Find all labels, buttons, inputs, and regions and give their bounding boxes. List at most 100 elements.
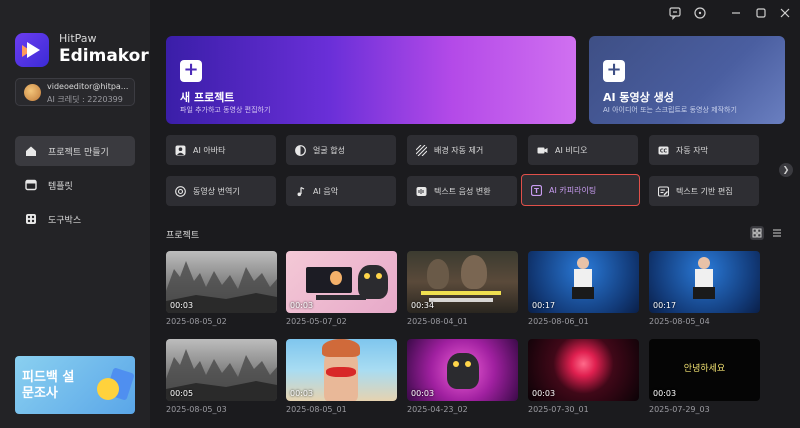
tool-label: AI 아바타 (193, 145, 226, 155)
account-card[interactable]: videoeditor@hitpa... AI 크레딧 : 2220399 (15, 78, 135, 106)
duration-label: 00:34 (411, 301, 435, 310)
project-thumbnail[interactable]: 00:17 (528, 251, 639, 313)
edimakor-logo-icon (15, 33, 49, 67)
sidebar: HitPaw Edimakor videoeditor@hitpa... AI … (0, 0, 150, 428)
tool-background-remove[interactable]: 배경 자동 제거 (407, 135, 517, 165)
projects-section-title: 프로젝트 (166, 231, 200, 241)
new-project-card[interactable]: + 새 프로젝트 파일 추가하고 동영상 편집하기 (166, 36, 576, 124)
ai-video-subtitle: AI 아이디어 또는 스크립트로 동영상 제작하기 (603, 106, 737, 114)
tool-label: AI 음악 (313, 186, 339, 196)
project-name: 2025-08-05_01 (286, 405, 347, 414)
project-name: 2025-08-05_03 (166, 405, 227, 414)
duration-label: 00:03 (411, 389, 435, 398)
project-thumbnail[interactable]: 00:05 (166, 339, 277, 401)
project-name: 2025-04-23_02 (407, 405, 468, 414)
help-icon[interactable] (693, 6, 707, 20)
project-name: 2025-08-05_04 (649, 317, 710, 326)
chevron-right-icon[interactable]: ❯ (779, 163, 793, 177)
tool-label: 얼굴 합성 (313, 145, 345, 155)
duration-label: 00:03 (290, 389, 314, 398)
ai-credits: AI 크레딧 : 2220399 (47, 95, 123, 104)
tool-label: 동영상 번역기 (193, 186, 240, 196)
brand-name: Edimakor (59, 46, 149, 66)
sidebar-item-create-project[interactable]: 프로젝트 만들기 (15, 136, 135, 166)
ai-video-generate-card[interactable]: + AI 동영상 생성 AI 아이디어 또는 스크립트로 동영상 제작하기 (589, 36, 785, 124)
plus-icon: + (603, 60, 625, 82)
duration-label: 00:03 (170, 301, 194, 310)
avatar-icon (175, 145, 186, 156)
ai-video-icon (537, 145, 548, 156)
copywriting-icon: T (530, 184, 543, 196)
sidebar-item-label: 도구박스 (48, 215, 82, 226)
tool-text-based-edit[interactable]: 텍스트 기반 편집 (649, 176, 759, 206)
sidebar-item-label: 프로젝트 만들기 (48, 147, 109, 158)
new-project-subtitle: 파일 추가하고 동영상 편집하기 (180, 106, 271, 114)
list-view-icon[interactable] (770, 226, 784, 240)
feedback-banner-text: 피드백 설문조사 (22, 370, 75, 401)
project-thumbnail[interactable]: 00:03 (407, 339, 518, 401)
svg-text:T: T (534, 187, 539, 195)
face-swap-icon (295, 144, 306, 156)
minimize-icon[interactable] (729, 6, 743, 20)
tool-ai-music[interactable]: AI 음악 (286, 176, 396, 206)
caption-icon: CC (658, 145, 669, 156)
feedback-icon[interactable] (668, 6, 682, 20)
feedback-survey-banner[interactable]: 피드백 설문조사 (15, 356, 135, 414)
duration-label: 00:05 (170, 389, 194, 398)
tool-label: AI 카피라이팅 (549, 185, 597, 195)
tool-label: 텍스트 기반 편집 (676, 186, 733, 196)
tool-label: 텍스트 음성 변환 (434, 186, 491, 196)
duration-label: 00:17 (532, 301, 556, 310)
tool-label: AI 비디오 (555, 145, 588, 155)
project-name: 2025-08-05_02 (166, 317, 227, 326)
tool-label: 자동 자막 (676, 145, 708, 155)
tool-text-to-speech[interactable]: 텍스트 음성 변환 (407, 176, 517, 206)
tool-ai-avatar[interactable]: AI 아바타 (166, 135, 276, 165)
tool-face-swap[interactable]: 얼굴 합성 (286, 135, 396, 165)
tool-ai-copywriting[interactable]: T AI 카피라이팅 (521, 174, 640, 206)
emoji-icon (97, 378, 119, 400)
text-edit-icon (657, 185, 670, 197)
new-project-title: 새 프로젝트 (180, 91, 235, 104)
home-icon (25, 145, 37, 157)
template-icon (25, 179, 37, 191)
duration-label: 00:03 (532, 389, 556, 398)
tool-ai-video[interactable]: AI 비디오 (528, 135, 638, 165)
account-email: videoeditor@hitpa... (47, 82, 129, 91)
text-to-speech-icon (416, 186, 427, 197)
avatar (24, 84, 41, 101)
tool-video-translator[interactable]: 동영상 번역기 (166, 176, 276, 206)
project-name: 2025-07-30_01 (528, 405, 589, 414)
project-thumbnail[interactable]: 00:03 (286, 251, 397, 313)
close-icon[interactable] (778, 6, 792, 20)
sidebar-item-templates[interactable]: 템플릿 (15, 170, 135, 200)
project-name: 2025-08-04_01 (407, 317, 468, 326)
app-window: HitPaw Edimakor videoeditor@hitpa... AI … (0, 0, 800, 428)
project-thumbnail[interactable]: 00:34 (407, 251, 518, 313)
grid-view-icon[interactable] (750, 226, 764, 240)
project-thumbnail[interactable]: 00:17 (649, 251, 760, 313)
translate-icon (175, 185, 186, 197)
project-thumbnail[interactable]: 00:03 (286, 339, 397, 401)
maximize-icon[interactable] (754, 6, 768, 20)
thumbnail-caption: 안녕하세요 (683, 364, 726, 374)
music-icon (295, 186, 306, 197)
project-thumbnail[interactable]: 00:03 (528, 339, 639, 401)
tool-auto-caption[interactable]: CC 자동 자막 (649, 135, 759, 165)
svg-text:CC: CC (660, 148, 668, 154)
project-name: 2025-05-07_02 (286, 317, 347, 326)
duration-label: 00:03 (290, 301, 314, 310)
duration-label: 00:17 (653, 301, 677, 310)
brand-company: HitPaw (59, 32, 97, 45)
project-thumbnail[interactable]: 안녕하세요 00:03 (649, 339, 760, 401)
tool-label: 배경 자동 제거 (434, 145, 484, 155)
sidebar-item-label: 템플릿 (48, 181, 73, 192)
project-name: 2025-08-06_01 (528, 317, 589, 326)
project-thumbnail[interactable]: 00:03 (166, 251, 277, 313)
sidebar-item-toolbox[interactable]: 도구박스 (15, 204, 135, 234)
ai-video-title: AI 동영상 생성 (603, 91, 674, 104)
duration-label: 00:03 (653, 389, 677, 398)
plus-icon: + (180, 60, 202, 82)
project-name: 2025-07-29_03 (649, 405, 710, 414)
background-remove-icon (415, 144, 428, 156)
